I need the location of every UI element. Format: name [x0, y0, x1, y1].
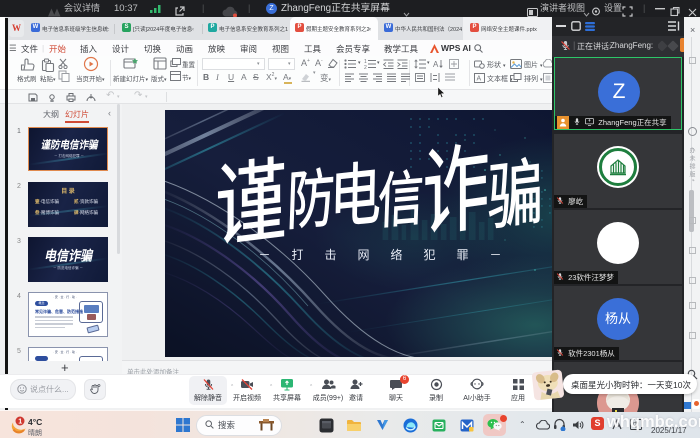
svg-text:A: A — [433, 60, 439, 69]
svg-text:2: 2 — [364, 65, 367, 69]
svg-text:1: 1 — [18, 419, 22, 426]
svg-text:A: A — [477, 76, 482, 83]
